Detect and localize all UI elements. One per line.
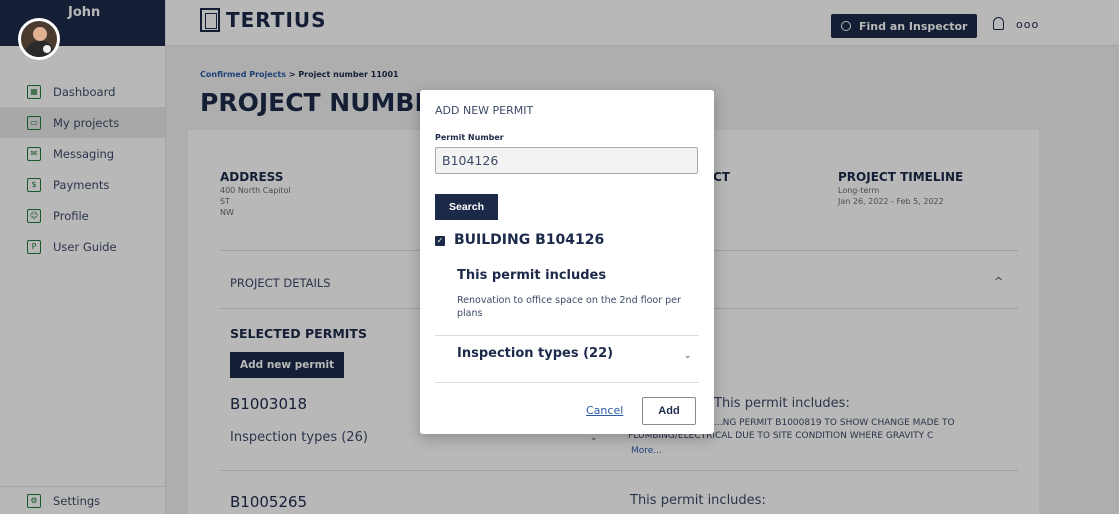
permit-result-title: BUILDING B104126 xyxy=(454,232,605,248)
add-button[interactable]: Add xyxy=(642,397,696,425)
chevron-down-icon[interactable]: ⌄ xyxy=(684,351,692,361)
modal-title: ADD NEW PERMIT xyxy=(435,104,534,117)
search-button[interactable]: Search xyxy=(435,194,498,220)
cancel-button[interactable]: Cancel xyxy=(586,404,623,417)
permit-includes-heading: This permit includes xyxy=(457,268,607,283)
avatar[interactable] xyxy=(18,18,60,60)
permit-number-label: Permit Number xyxy=(435,133,504,142)
permit-includes-description: Renovation to office space on the 2nd fl… xyxy=(457,295,681,319)
checkbox-checked-icon[interactable]: ✓ xyxy=(435,236,445,246)
add-permit-modal: ADD NEW PERMIT Permit Number Search ✓ BU… xyxy=(420,90,714,434)
inspection-types-toggle[interactable]: Inspection types (22) xyxy=(457,346,613,361)
permit-number-input[interactable] xyxy=(435,147,698,174)
divider xyxy=(435,382,699,383)
divider xyxy=(435,335,699,336)
